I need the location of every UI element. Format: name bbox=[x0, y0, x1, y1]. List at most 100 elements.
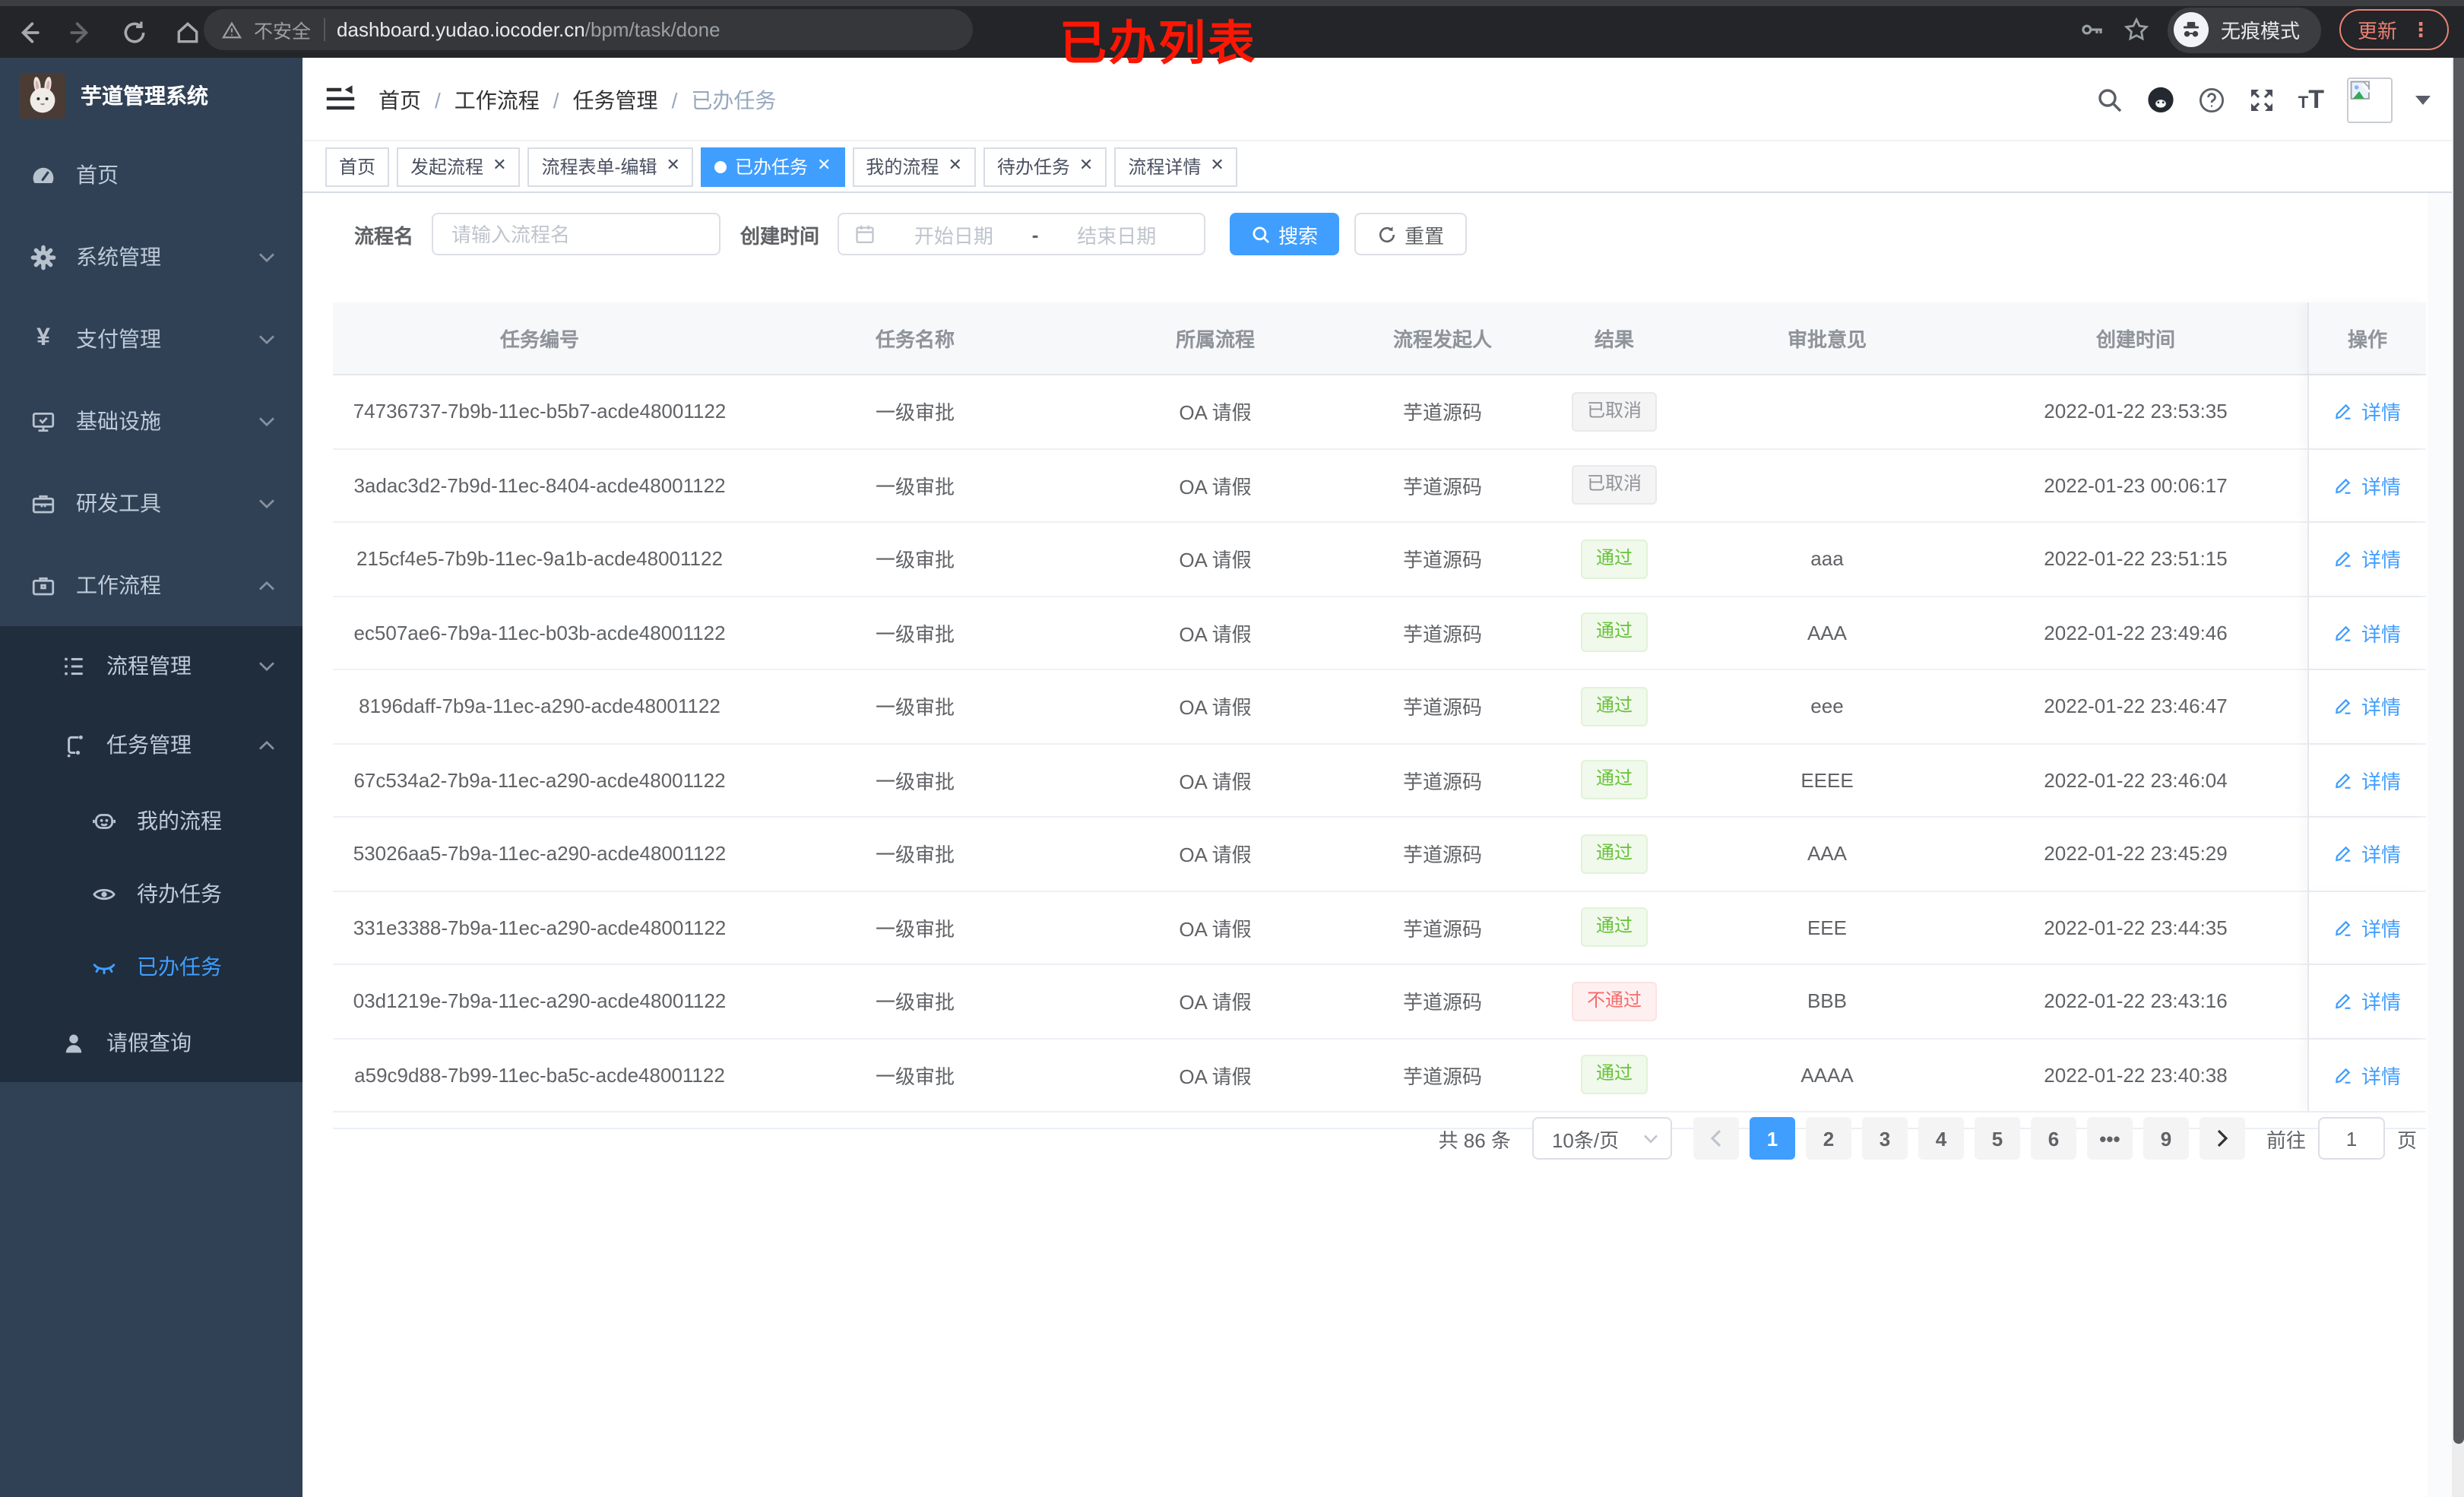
bookmark-star-icon[interactable] bbox=[2124, 17, 2149, 43]
page-tab[interactable]: 首页 ✕ bbox=[325, 147, 390, 186]
breadcrumb-item[interactable]: 首页 / bbox=[378, 84, 454, 115]
sidebar-menu-item[interactable]: 工作流程 bbox=[0, 544, 302, 626]
sidebar-menu-item[interactable]: 流程管理 bbox=[0, 626, 302, 705]
detail-link[interactable]: 详情 bbox=[2334, 397, 2401, 426]
detail-link[interactable]: 详情 bbox=[2334, 692, 2401, 721]
page-tab[interactable]: 发起流程 ✕ bbox=[397, 147, 521, 186]
cell-comment: EEEE bbox=[1800, 768, 1854, 792]
chevron-down-icon bbox=[258, 252, 275, 262]
address-bar[interactable]: 不安全 dashboard.yudao.iocoder.cn/bpm/task/… bbox=[204, 9, 973, 50]
end-date-placeholder[interactable]: 结束日期 bbox=[1044, 220, 1189, 248]
column-header: 任务名称 bbox=[875, 328, 955, 351]
reset-button[interactable]: 重置 bbox=[1354, 213, 1468, 255]
cell-result: 通过 bbox=[1538, 744, 1690, 816]
sidebar-menu-item[interactable]: 我的流程 bbox=[0, 784, 302, 857]
sidebar-menu-item[interactable]: ¥ 支付管理 bbox=[0, 298, 302, 380]
menu-item-label: 系统管理 bbox=[76, 245, 161, 269]
menu-item-icon bbox=[30, 490, 56, 516]
help-icon[interactable] bbox=[2198, 86, 2225, 113]
page-scrollbar[interactable] bbox=[2452, 58, 2464, 1497]
page-number-button[interactable]: 5 bbox=[1974, 1117, 2020, 1160]
page-size-select[interactable]: 10条/页 bbox=[1531, 1117, 1672, 1160]
tab-close-icon[interactable]: ✕ bbox=[1079, 157, 1093, 175]
detail-link[interactable]: 详情 bbox=[2334, 766, 2401, 795]
cell-create-time: 2022-01-22 23:46:47 bbox=[2044, 695, 2228, 718]
github-icon[interactable] bbox=[2146, 85, 2175, 114]
browser-menu-icon[interactable]: ⋮ bbox=[2411, 20, 2431, 40]
tab-close-icon[interactable]: ✕ bbox=[667, 157, 680, 175]
cell-flow: OA 请假 bbox=[1179, 549, 1252, 572]
page-tab[interactable]: 已办任务 ✕ bbox=[701, 147, 845, 186]
sidebar-menu-item[interactable]: 已办任务 bbox=[0, 930, 302, 1003]
update-button[interactable]: 更新 ⋮ bbox=[2339, 9, 2449, 50]
column-header: 所属流程 bbox=[1175, 328, 1255, 351]
tab-close-icon[interactable]: ✕ bbox=[817, 157, 831, 175]
sidebar-collapse-icon[interactable] bbox=[325, 84, 356, 114]
chevron-down-icon bbox=[258, 416, 275, 426]
page-number-button[interactable]: 1 bbox=[1749, 1117, 1795, 1160]
process-name-input[interactable] bbox=[432, 213, 721, 255]
avatar[interactable] bbox=[2347, 77, 2393, 122]
sidebar-menu-item[interactable]: 基础设施 bbox=[0, 380, 302, 462]
detail-link[interactable]: 详情 bbox=[2334, 1061, 2401, 1090]
page-number-button[interactable]: 3 bbox=[1861, 1117, 1908, 1160]
tab-label: 流程详情 bbox=[1128, 157, 1202, 178]
date-range-picker[interactable]: 开始日期 - 结束日期 bbox=[838, 213, 1206, 255]
cell-starter: 芋道源码 bbox=[1402, 991, 1482, 1014]
app-logo[interactable]: 芋道管理系统 bbox=[0, 58, 302, 134]
tab-label: 已办任务 bbox=[734, 157, 808, 178]
page-number-button[interactable]: 6 bbox=[2030, 1117, 2076, 1160]
page-tab[interactable]: 我的流程 ✕ bbox=[852, 147, 976, 186]
table-row: 67c534a2-7b9a-11ec-a290-acde48001122 一级审… bbox=[333, 744, 2426, 818]
chevron-down-icon bbox=[258, 660, 275, 671]
fullscreen-icon[interactable] bbox=[2248, 86, 2276, 113]
tab-close-icon[interactable]: ✕ bbox=[492, 157, 506, 175]
detail-link[interactable]: 详情 bbox=[2334, 987, 2401, 1016]
detail-link[interactable]: 详情 bbox=[2334, 913, 2401, 942]
sidebar-menu-item[interactable]: 任务管理 bbox=[0, 705, 302, 784]
prev-page-icon[interactable] bbox=[1693, 1117, 1739, 1160]
page-tab[interactable]: 流程详情 ✕ bbox=[1114, 147, 1238, 186]
breadcrumb-item[interactable]: 任务管理 / bbox=[573, 84, 692, 115]
key-icon[interactable] bbox=[2079, 17, 2105, 43]
detail-link[interactable]: 详情 bbox=[2334, 619, 2401, 647]
search-button[interactable]: 搜索 bbox=[1230, 213, 1340, 255]
sidebar-menu-item[interactable]: 首页 bbox=[0, 134, 302, 216]
start-date-placeholder[interactable]: 开始日期 bbox=[882, 220, 1026, 248]
sidebar-menu-item[interactable]: 请假查询 bbox=[0, 1003, 302, 1082]
scrollbar-thumb[interactable] bbox=[2453, 58, 2463, 1444]
detail-link[interactable]: 详情 bbox=[2334, 840, 2401, 869]
chevron-down-icon bbox=[258, 334, 275, 344]
forward-icon[interactable] bbox=[68, 19, 94, 45]
font-size-icon[interactable]: TT bbox=[2298, 87, 2324, 112]
page-number-button[interactable]: 9 bbox=[2143, 1117, 2189, 1160]
incognito-label: 无痕模式 bbox=[2220, 20, 2300, 43]
detail-link[interactable]: 详情 bbox=[2334, 545, 2401, 574]
page-tab[interactable]: 待办任务 ✕ bbox=[983, 147, 1107, 186]
goto-page-input[interactable] bbox=[2317, 1117, 2385, 1160]
tab-close-icon[interactable]: ✕ bbox=[948, 157, 961, 175]
reload-icon[interactable] bbox=[122, 19, 147, 45]
page-number-button[interactable]: 4 bbox=[1918, 1117, 1964, 1160]
next-page-icon[interactable] bbox=[2199, 1117, 2245, 1160]
page-tab[interactable]: 流程表单-编辑 ✕ bbox=[527, 147, 694, 186]
main-content: 流程名 创建时间 开始日期 - 结束日期 搜索 重置 任务编号 任务名称 bbox=[302, 193, 2452, 1497]
chevron-down-icon bbox=[258, 498, 275, 508]
search-icon[interactable] bbox=[2096, 86, 2124, 113]
page-number-button[interactable]: 2 bbox=[1805, 1117, 1851, 1160]
cell-actions: 详情 bbox=[2307, 670, 2426, 742]
breadcrumb-item[interactable]: 已办任务/ bbox=[691, 84, 776, 115]
detail-link[interactable]: 详情 bbox=[2334, 471, 2401, 500]
result-badge: 通过 bbox=[1580, 760, 1648, 800]
sidebar-menu-item[interactable]: 待办任务 bbox=[0, 857, 302, 930]
avatar-caret-icon[interactable] bbox=[2415, 95, 2431, 104]
tab-close-icon[interactable]: ✕ bbox=[1210, 157, 1224, 175]
back-icon[interactable] bbox=[15, 19, 41, 45]
sidebar-menu-item[interactable]: 研发工具 bbox=[0, 462, 302, 544]
page-number-button[interactable]: ••• bbox=[2086, 1117, 2133, 1160]
chevron-down-icon bbox=[258, 739, 275, 750]
sidebar-menu-item[interactable]: 系统管理 bbox=[0, 216, 302, 298]
chevron-down-icon bbox=[258, 580, 275, 590]
home-icon[interactable] bbox=[175, 19, 201, 45]
breadcrumb-item[interactable]: 工作流程 / bbox=[454, 84, 573, 115]
